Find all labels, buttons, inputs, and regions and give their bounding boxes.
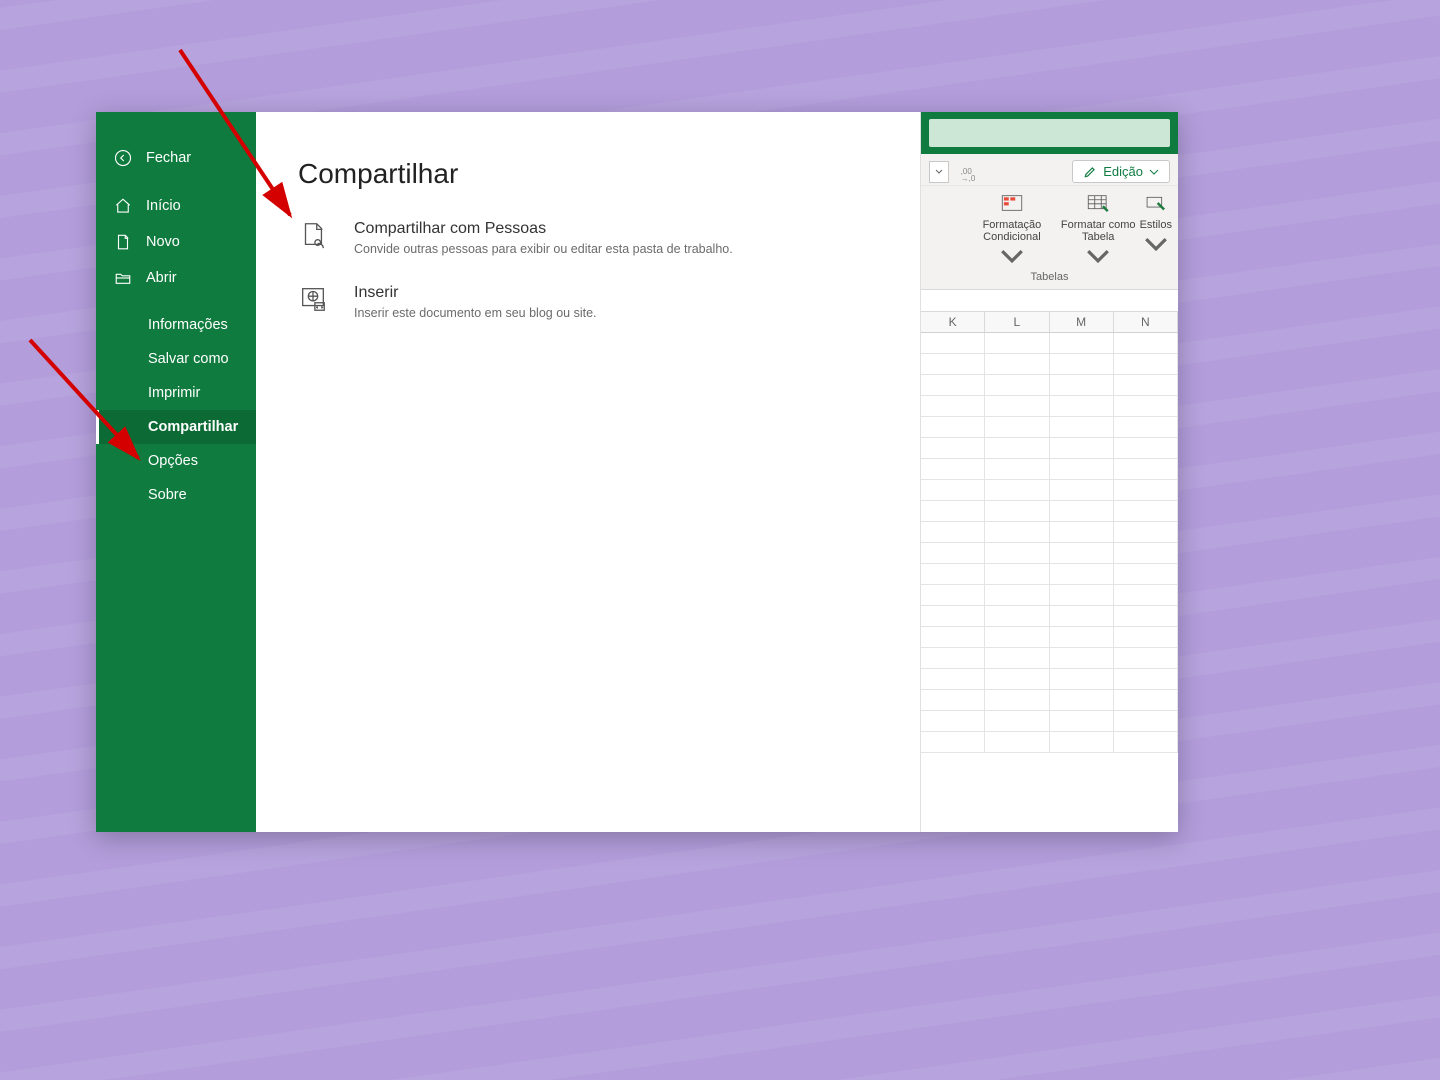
conditional-formatting-button[interactable]: Formatação Condicional — [967, 192, 1057, 267]
sidebar-item-open[interactable]: Abrir — [96, 260, 256, 296]
chevron-down-icon — [1143, 233, 1169, 255]
editing-mode-button[interactable]: Edição — [1072, 160, 1170, 183]
chevron-down-icon — [1149, 168, 1159, 176]
conditional-formatting-icon — [999, 192, 1025, 217]
format-as-table-button[interactable]: Formatar como Tabela — [1057, 192, 1140, 267]
page-title: Compartilhar — [298, 158, 880, 190]
back-arrow-icon — [114, 149, 132, 167]
sidebar-home-label: Início — [146, 198, 181, 214]
spreadsheet-preview: ,00→,0 Edição Formatação Condicional — [920, 112, 1178, 832]
new-file-icon — [114, 233, 132, 251]
sidebar-options-label: Opções — [148, 453, 198, 469]
sidebar-open-label: Abrir — [146, 270, 177, 286]
format-table-label: Formatar como Tabela — [1057, 219, 1140, 243]
sidebar-item-new[interactable]: Novo — [96, 224, 256, 260]
decrease-decimal-icon[interactable]: ,00→,0 — [957, 161, 979, 183]
cond-format-label: Formatação Condicional — [967, 219, 1057, 243]
excel-backstage-window: Fechar Início Novo Abrir Informações Sal… — [96, 112, 1178, 832]
home-icon — [114, 197, 132, 215]
share-people-title: Compartilhar com Pessoas — [354, 220, 733, 238]
col-header[interactable]: N — [1114, 312, 1178, 332]
cell-styles-icon — [1143, 192, 1169, 217]
sidebar-new-label: Novo — [146, 234, 180, 250]
share-people-icon — [298, 220, 328, 250]
formula-bar[interactable] — [921, 290, 1178, 312]
ribbon-group-label: Tabelas — [921, 269, 1178, 290]
backstage-main-panel: Compartilhar Compartilhar com Pessoas Co… — [256, 112, 920, 832]
number-format-dropdown[interactable] — [929, 161, 949, 183]
sidebar-saveas-label: Salvar como — [148, 351, 229, 367]
sidebar-share-label: Compartilhar — [148, 419, 238, 435]
column-headers: K L M N — [921, 312, 1178, 333]
embed-desc: Inserir este documento em seu blog ou si… — [354, 306, 597, 320]
format-table-icon — [1085, 192, 1111, 217]
sidebar-close-label: Fechar — [146, 150, 191, 166]
sidebar-print-label: Imprimir — [148, 385, 200, 401]
sidebar-item-saveas[interactable]: Salvar como — [96, 342, 256, 376]
filename-field[interactable] — [929, 119, 1170, 147]
col-header[interactable]: K — [921, 312, 985, 332]
share-with-people-option[interactable]: Compartilhar com Pessoas Convide outras … — [298, 220, 880, 256]
share-people-desc: Convide outras pessoas para exibir ou ed… — [354, 242, 733, 256]
backstage-sidebar: Fechar Início Novo Abrir Informações Sal… — [96, 112, 256, 832]
sidebar-about-label: Sobre — [148, 487, 187, 503]
sidebar-back-close[interactable]: Fechar — [96, 140, 256, 176]
embed-title: Inserir — [354, 284, 597, 302]
chevron-down-icon — [999, 245, 1025, 267]
edit-button-label: Edição — [1103, 164, 1143, 179]
sidebar-item-about[interactable]: Sobre — [96, 478, 256, 512]
embed-option[interactable]: Inserir Inserir este documento em seu bl… — [298, 284, 880, 320]
col-header[interactable]: M — [1050, 312, 1114, 332]
ribbon-top-row: ,00→,0 Edição — [921, 154, 1178, 186]
embed-icon — [298, 284, 328, 314]
col-header[interactable]: L — [985, 312, 1049, 332]
styles-label: Estilos — [1140, 219, 1172, 231]
title-bar — [921, 112, 1178, 154]
sidebar-item-info[interactable]: Informações — [96, 308, 256, 342]
sidebar-info-label: Informações — [148, 317, 228, 333]
ribbon-styles-group: Formatação Condicional Formatar como Tab… — [921, 186, 1178, 269]
sidebar-item-options[interactable]: Opções — [96, 444, 256, 478]
spreadsheet-grid[interactable] — [921, 333, 1178, 832]
folder-open-icon — [114, 269, 132, 287]
chevron-down-icon — [1085, 245, 1111, 267]
sidebar-item-print[interactable]: Imprimir — [96, 376, 256, 410]
sidebar-item-share[interactable]: Compartilhar — [96, 410, 256, 444]
cell-styles-button[interactable]: Estilos — [1140, 192, 1172, 267]
sidebar-item-home[interactable]: Início — [96, 188, 256, 224]
